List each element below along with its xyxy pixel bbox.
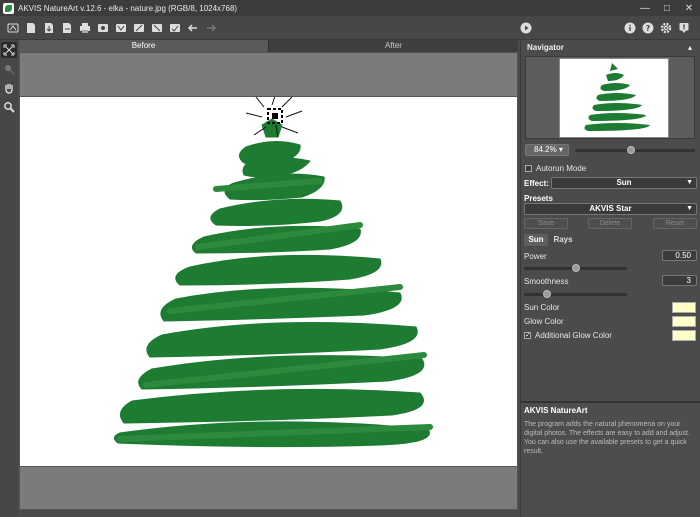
run-button[interactable] (518, 20, 534, 36)
hand-icon[interactable] (1, 80, 17, 96)
info-title: AKVIS NatureArt (524, 406, 588, 415)
save-preset-button[interactable]: Save (524, 218, 568, 229)
chevron-down-icon: ▼ (686, 179, 693, 186)
tab-sun[interactable]: Sun (524, 234, 548, 246)
view-tabs: Before After (19, 40, 518, 52)
additional-glow-checkbox[interactable]: ✓ (524, 332, 531, 339)
tab-after[interactable]: After (268, 40, 518, 52)
plugin-icon[interactable] (113, 20, 129, 36)
tools-icon[interactable] (167, 20, 183, 36)
svg-text:?: ? (646, 24, 651, 33)
tab-rays[interactable]: Rays (550, 234, 576, 246)
image-canvas[interactable] (19, 52, 518, 510)
notifications-icon[interactable] (676, 20, 692, 36)
navigator-box[interactable] (525, 56, 695, 139)
smoothness-label: Smoothness (524, 277, 569, 286)
tab-before[interactable]: Before (19, 40, 268, 52)
left-toolbar (0, 40, 18, 517)
brush-icon[interactable] (131, 20, 147, 36)
power-slider-knob[interactable] (571, 264, 580, 272)
chevron-down-icon: ▾ (558, 145, 563, 154)
glow-color-swatch[interactable] (672, 316, 696, 327)
window-title: AKVIS NatureArt v.12.6 - elka - nature.j… (18, 3, 238, 13)
settings-gear-icon[interactable] (658, 20, 674, 36)
save-file-icon[interactable] (41, 20, 57, 36)
collapse-chevron-icon[interactable]: ▴ (688, 42, 692, 53)
power-value[interactable]: 0.50 (662, 250, 697, 261)
zoom-dropdown[interactable]: 84.2% ▾ (525, 144, 569, 156)
close-button[interactable]: ✕ (678, 0, 700, 16)
zoom-slider[interactable] (575, 149, 695, 152)
preset-select[interactable]: AKVIS Star ▼ (524, 203, 697, 215)
undo-icon[interactable] (185, 20, 201, 36)
title-bar: AKVIS NatureArt v.12.6 - elka - nature.j… (0, 0, 700, 16)
chevron-down-icon: ▼ (686, 205, 693, 212)
help-icon[interactable]: ? (640, 20, 656, 36)
app-logo-icon (3, 2, 14, 14)
presets-title: Presets (524, 194, 553, 203)
effect-label: Effect: (524, 179, 549, 188)
home-icon[interactable] (5, 20, 21, 36)
open-file-icon[interactable] (23, 20, 39, 36)
sun-color-swatch[interactable] (672, 302, 696, 313)
glow-color-label: Glow Color (524, 317, 564, 326)
navigator-title: Navigator (527, 43, 564, 52)
maximize-button[interactable]: □ (656, 0, 678, 16)
zoom-slider-knob[interactable] (627, 146, 635, 154)
autorun-checkbox[interactable] (525, 165, 532, 172)
navigator-thumbnail[interactable] (559, 58, 669, 138)
smoothness-slider-knob[interactable] (542, 290, 551, 298)
smoothness-slider[interactable] (524, 293, 627, 296)
info-text: The program adds the natural phenomena o… (524, 421, 690, 455)
sun-position-icon[interactable] (1, 61, 17, 77)
additional-glow-swatch[interactable] (672, 330, 696, 341)
autorun-label: Autorun Mode (536, 164, 587, 173)
reset-preset-button[interactable]: Reset (653, 218, 697, 229)
power-label: Power (524, 252, 547, 261)
christmas-tree-image (114, 118, 433, 448)
eraser-icon[interactable] (149, 20, 165, 36)
redo-icon[interactable] (203, 20, 219, 36)
print-icon[interactable] (77, 20, 93, 36)
main-toolbar: ? (0, 16, 700, 40)
smoothness-value[interactable]: 3 (662, 275, 697, 286)
crop-select-icon[interactable] (1, 42, 17, 58)
effect-select[interactable]: Sun ▼ (551, 177, 697, 189)
settings-panel: Navigator ▴ 84.2% ▾ Autorun Mode Effect:… (520, 40, 700, 517)
export-file-icon[interactable] (59, 20, 75, 36)
navigator-header[interactable]: Navigator ▴ (521, 42, 700, 53)
batch-icon[interactable] (95, 20, 111, 36)
zoom-icon[interactable] (1, 99, 17, 115)
info-panel: AKVIS NatureArt The program adds the nat… (521, 401, 700, 517)
photo-image (20, 96, 517, 467)
minimize-button[interactable]: — (634, 0, 656, 16)
additional-glow-label: Additional Glow Color (535, 331, 612, 340)
sun-color-label: Sun Color (524, 303, 560, 312)
info-icon[interactable] (622, 20, 638, 36)
delete-preset-button[interactable]: Delete (588, 218, 632, 229)
